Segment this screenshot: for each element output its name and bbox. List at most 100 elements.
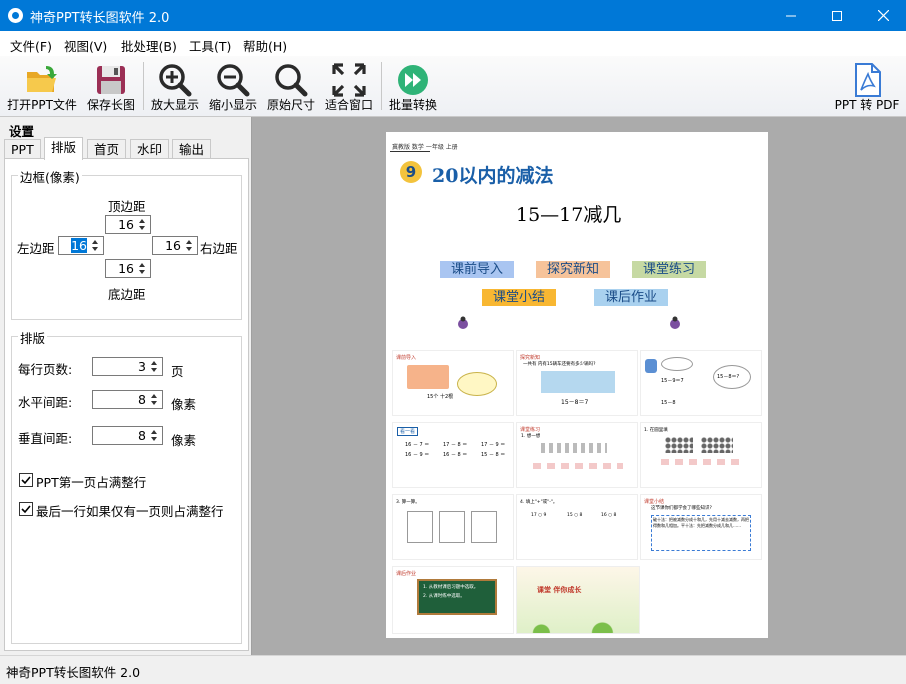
thumb-equation: 15－9＝7	[661, 378, 684, 384]
thumb-caption: 15个 十2根	[427, 394, 454, 400]
last-row-full-label[interactable]: 最后一行如果仅有一页则占满整行	[36, 501, 224, 520]
spin-arrows-icon[interactable]	[136, 260, 150, 277]
open-ppt-button[interactable]: 打开PPT文件	[6, 56, 78, 116]
horizontal-gap-stepper[interactable]: 8	[92, 390, 163, 409]
folder-open-icon	[27, 66, 57, 92]
ppt-to-pdf-button[interactable]: PPT 转 PDF	[832, 56, 902, 116]
thumb-question: 1. 在圆里填	[644, 428, 668, 433]
speech-bubble	[457, 372, 497, 396]
window-title: 神奇PPT转长图软件 2.0	[30, 11, 170, 26]
zoom-in-button[interactable]: 放大显示	[148, 56, 202, 116]
maximize-button[interactable]	[814, 0, 860, 31]
tab-output[interactable]: 输出	[172, 139, 212, 160]
ladybug-icon	[458, 316, 468, 329]
close-icon	[877, 10, 889, 21]
right-margin-label: 右边距	[200, 241, 238, 256]
thumb-equation: 16 － 9 ＝	[405, 452, 430, 458]
spin-arrows-icon[interactable]	[148, 358, 162, 375]
thumb-title: 探究新知	[520, 355, 541, 361]
pages-per-row-stepper[interactable]: 3	[92, 357, 163, 376]
zoom-out-label: 缩小显示	[208, 98, 257, 112]
settings-panel: 设置 PPT 排版 首页 水印 输出 边框(像素) 顶边距 16 左边距 16 …	[0, 117, 252, 655]
slide-thumbnail: 课堂 伴你成长	[516, 566, 640, 634]
bottom-margin-stepper[interactable]: 16	[105, 259, 151, 278]
slide-thumbnail: 课堂练习 1. 想一想	[516, 422, 638, 488]
tab-layout[interactable]: 排版	[44, 137, 84, 160]
menu-help[interactable]: 帮助(H)	[243, 36, 287, 55]
last-row-full-checkbox[interactable]	[19, 502, 33, 516]
layout-tab-page: 边框(像素) 顶边距 16 左边距 16 16 右边距 16 底边距 排版 每行…	[4, 158, 249, 651]
stars-row	[537, 443, 607, 453]
tab-ppt[interactable]: PPT	[4, 139, 41, 160]
thumb-equation: 15 － 8 ＝	[481, 452, 506, 458]
vertical-gap-stepper[interactable]: 8	[92, 426, 163, 445]
homework-item: 1. 从教材课后习题中选取。	[423, 585, 479, 590]
close-button[interactable]	[860, 0, 906, 31]
thumb-equation: 15－8＝7	[561, 399, 589, 406]
layout-group-title: 排版	[18, 328, 48, 347]
lesson-number-badge: 9	[400, 161, 422, 183]
spin-arrows-icon[interactable]	[89, 237, 103, 254]
thumb-equation: 16 ○ 8	[601, 513, 617, 518]
settings-title: 设置	[9, 124, 35, 139]
save-icon	[97, 66, 125, 94]
minimize-button[interactable]	[768, 0, 814, 31]
pdf-icon	[855, 63, 881, 97]
right-margin-stepper[interactable]: 16	[152, 236, 198, 255]
fit-window-icon	[332, 63, 366, 97]
thumb-title: 课后作业	[396, 571, 417, 577]
slide-thumbnail: 1. 在圆里填	[640, 422, 762, 488]
open-ppt-label: 打开PPT文件	[7, 98, 77, 112]
thumb-question: 3. 算一算。	[396, 500, 420, 505]
spin-arrows-icon[interactable]	[148, 391, 162, 408]
menu-file[interactable]: 文件(F)	[10, 36, 52, 55]
answer-boxes	[661, 459, 741, 465]
menu-tools[interactable]: 工具(T)	[189, 36, 231, 55]
zoom-out-button[interactable]: 缩小显示	[206, 56, 260, 116]
spin-arrows-icon[interactable]	[183, 237, 197, 254]
card-image	[471, 511, 497, 543]
thumb-question: 1. 想一想	[521, 434, 541, 439]
left-margin-stepper[interactable]: 16	[58, 236, 104, 255]
pages-unit-label: 页	[171, 364, 184, 379]
first-page-full-row-checkbox[interactable]	[19, 473, 33, 487]
top-margin-value: 16	[118, 217, 134, 232]
right-margin-value: 16	[165, 238, 181, 253]
app-icon	[8, 8, 23, 23]
card-image	[407, 511, 433, 543]
tab-cover[interactable]: 首页	[87, 139, 127, 160]
thumb-equation: 15 ○ 8	[567, 513, 583, 518]
save-image-button[interactable]: 保存长图	[84, 56, 138, 116]
thumb-question: 4. 填上"+"或"-"。	[520, 500, 558, 505]
first-page-full-row-label[interactable]: PPT第一页占满整行	[36, 472, 146, 491]
fit-window-button[interactable]: 适合窗口	[322, 56, 376, 116]
thumb-question: 一共有 内有15辆车还要有多少辆吗?	[523, 362, 596, 367]
preview-canvas[interactable]: 冀教版 数学 一年级 上册 9 20以内的减法 15—17减几 课前导入 探究新…	[252, 117, 906, 655]
horizontal-gap-value: 8	[138, 392, 146, 407]
section-pill: 课后作业	[594, 289, 668, 306]
spin-arrows-icon[interactable]	[136, 216, 150, 233]
top-margin-stepper[interactable]: 16	[105, 215, 151, 234]
preview-page: 冀教版 数学 一年级 上册 9 20以内的减法 15—17减几 课前导入 探究新…	[386, 132, 768, 638]
vgap-unit-label: 像素	[171, 433, 197, 448]
section-pill: 课前导入	[440, 261, 514, 278]
vertical-gap-label: 垂直间距:	[18, 431, 73, 446]
fit-window-label: 适合窗口	[324, 98, 373, 112]
slide-thumbnail: 课堂小结 这节课你们都学会了哪些知识? 破十法：把被减数分成十和几，先用十减去减…	[640, 494, 762, 560]
ladybug-icon	[670, 316, 680, 329]
spin-arrows-icon[interactable]	[148, 427, 162, 444]
thumb-title: 看一看	[397, 427, 419, 436]
thumb-caption: 课堂 伴你成长	[537, 586, 582, 594]
section-pill: 课堂练习	[632, 261, 706, 278]
slide-header: 冀教版 数学 一年级 上册	[392, 144, 458, 151]
menu-batch[interactable]: 批处理(B)	[121, 36, 177, 55]
toolbar-separator	[143, 62, 144, 110]
original-size-button[interactable]: 原始尺寸	[264, 56, 318, 116]
slide-thumbnail: 3. 算一算。	[392, 494, 514, 560]
thumb-title: 课堂小结	[644, 499, 665, 505]
thumb-equation: 15－8＝?	[717, 374, 740, 380]
menu-view[interactable]: 视图(V)	[64, 36, 107, 55]
batch-convert-button[interactable]: 批量转换	[386, 56, 440, 116]
tab-watermark[interactable]: 水印	[130, 139, 170, 160]
slide-thumbnail: 课后作业 1. 从教材课后习题中选取。 2. 从课时练中选取。	[392, 566, 514, 634]
